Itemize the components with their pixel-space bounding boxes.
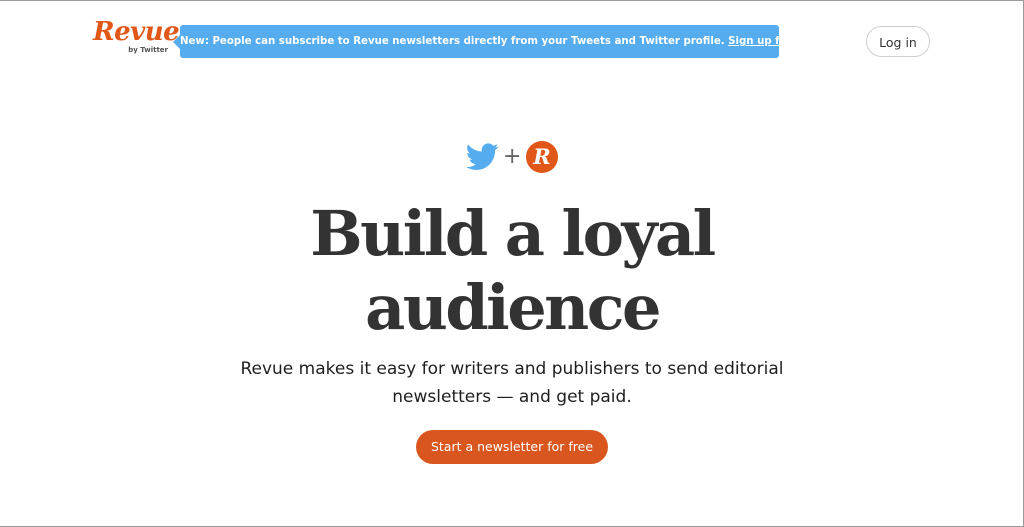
start-newsletter-button[interactable]: Start a newsletter for free (416, 430, 608, 464)
hero-subhead: Revue makes it easy for writers and publ… (240, 359, 784, 407)
signup-link[interactable]: Sign up for free (728, 36, 818, 47)
hero-headline: Build a loyal audience (310, 197, 716, 344)
twitter-bird-icon (466, 143, 499, 170)
announcement-suffix: . (818, 36, 823, 47)
logo-wordmark: Revue (93, 17, 180, 47)
login-button[interactable]: Log in (866, 26, 930, 57)
revue-logo[interactable]: Revue by Twitter (93, 17, 180, 59)
logo-byline: by Twitter (128, 46, 168, 54)
plus-sign: + (503, 144, 522, 169)
brand-combo: + R (466, 141, 559, 174)
page: Revue by Twitter New: People can subscri… (0, 0, 1024, 527)
announcement-text: New: People can subscribe to Revue newsl… (180, 36, 729, 47)
announcement-banner: New: People can subscribe to Revue newsl… (173, 25, 822, 58)
revue-r-icon: R (526, 141, 558, 173)
